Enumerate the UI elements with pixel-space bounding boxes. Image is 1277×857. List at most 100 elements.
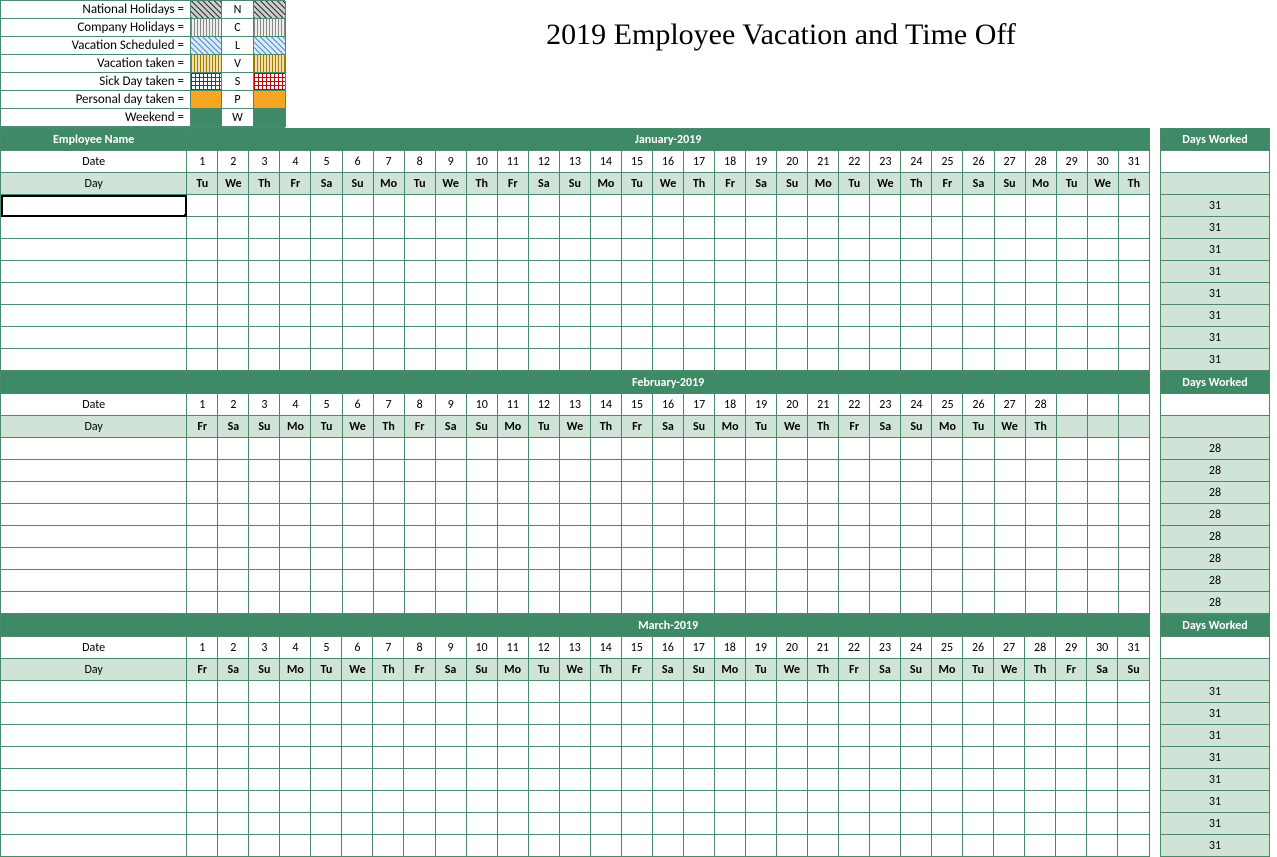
date-cell[interactable]: 1 <box>187 151 218 173</box>
day-name-cell[interactable]: Fr <box>187 659 218 681</box>
date-cell[interactable]: 15 <box>621 394 652 416</box>
calendar-cell[interactable] <box>621 835 652 857</box>
calendar-cell[interactable] <box>187 548 218 570</box>
calendar-cell[interactable] <box>900 703 931 725</box>
calendar-cell[interactable] <box>311 261 342 283</box>
calendar-cell[interactable] <box>528 769 559 791</box>
calendar-cell[interactable] <box>342 504 373 526</box>
calendar-cell[interactable] <box>1025 239 1056 261</box>
calendar-cell[interactable] <box>528 239 559 261</box>
day-name-cell[interactable]: We <box>776 659 807 681</box>
day-name-cell[interactable]: Sa <box>218 416 249 438</box>
calendar-cell[interactable] <box>994 349 1025 371</box>
day-name-cell[interactable]: Sa <box>435 416 466 438</box>
calendar-cell[interactable] <box>900 813 931 835</box>
calendar-cell[interactable] <box>218 681 249 703</box>
days-worked-value[interactable]: 31 <box>1161 261 1270 283</box>
day-name-cell[interactable]: Th <box>1025 416 1056 438</box>
day-name-cell[interactable]: Tu <box>528 659 559 681</box>
date-cell[interactable] <box>1056 394 1087 416</box>
calendar-cell[interactable] <box>1118 592 1149 614</box>
calendar-cell[interactable] <box>963 283 994 305</box>
calendar-cell[interactable] <box>311 349 342 371</box>
calendar-cell[interactable] <box>187 482 218 504</box>
calendar-cell[interactable] <box>590 305 621 327</box>
calendar-cell[interactable] <box>373 592 404 614</box>
calendar-cell[interactable] <box>187 217 218 239</box>
calendar-cell[interactable] <box>777 239 808 261</box>
calendar-cell[interactable] <box>715 283 746 305</box>
calendar-cell[interactable] <box>963 349 994 371</box>
day-name-cell[interactable]: We <box>342 416 373 438</box>
calendar-cell[interactable] <box>994 791 1025 813</box>
calendar-cell[interactable] <box>280 438 311 460</box>
calendar-cell[interactable] <box>838 769 869 791</box>
employee-name-cell[interactable] <box>1 283 187 305</box>
calendar-cell[interactable] <box>404 195 435 217</box>
calendar-cell[interactable] <box>280 305 311 327</box>
calendar-cell[interactable] <box>963 548 994 570</box>
calendar-cell[interactable] <box>932 283 963 305</box>
calendar-cell[interactable] <box>497 283 528 305</box>
day-name-cell[interactable]: We <box>1087 173 1118 195</box>
calendar-cell[interactable] <box>559 747 590 769</box>
day-name-cell[interactable]: We <box>559 659 590 681</box>
calendar-cell[interactable] <box>1087 835 1118 857</box>
calendar-cell[interactable] <box>528 504 559 526</box>
calendar-cell[interactable] <box>590 592 621 614</box>
calendar-cell[interactable] <box>932 570 963 592</box>
days-worked-value[interactable]: 31 <box>1161 747 1270 769</box>
calendar-cell[interactable] <box>777 504 808 526</box>
calendar-cell[interactable] <box>746 460 777 482</box>
calendar-cell[interactable] <box>932 526 963 548</box>
calendar-cell[interactable] <box>311 327 342 349</box>
day-name-cell[interactable]: We <box>218 173 249 195</box>
day-name-cell[interactable]: Su <box>466 659 497 681</box>
calendar-cell[interactable] <box>1118 570 1149 592</box>
calendar-cell[interactable] <box>342 725 373 747</box>
calendar-cell[interactable] <box>435 217 466 239</box>
calendar-cell[interactable] <box>652 681 683 703</box>
calendar-cell[interactable] <box>373 747 404 769</box>
date-cell[interactable]: 11 <box>497 394 528 416</box>
calendar-cell[interactable] <box>994 747 1025 769</box>
calendar-cell[interactable] <box>746 482 777 504</box>
calendar-cell[interactable] <box>1056 438 1087 460</box>
date-cell[interactable]: 16 <box>652 151 683 173</box>
employee-name-cell[interactable] <box>1 327 187 349</box>
day-name-cell[interactable]: Th <box>373 416 404 438</box>
days-worked-value[interactable]: 28 <box>1161 526 1270 548</box>
calendar-cell[interactable] <box>404 725 435 747</box>
calendar-cell[interactable] <box>932 349 963 371</box>
calendar-cell[interactable] <box>1118 526 1149 548</box>
calendar-cell[interactable] <box>373 791 404 813</box>
calendar-cell[interactable] <box>218 283 249 305</box>
calendar-cell[interactable] <box>528 791 559 813</box>
calendar-cell[interactable] <box>497 327 528 349</box>
day-name-cell[interactable]: Fr <box>187 416 218 438</box>
calendar-cell[interactable] <box>373 769 404 791</box>
calendar-cell[interactable] <box>714 747 745 769</box>
calendar-cell[interactable] <box>1087 526 1118 548</box>
calendar-cell[interactable] <box>280 526 311 548</box>
calendar-cell[interactable] <box>838 813 869 835</box>
calendar-cell[interactable] <box>311 791 342 813</box>
days-worked-value[interactable]: 31 <box>1161 835 1270 857</box>
calendar-cell[interactable] <box>466 482 497 504</box>
day-name-cell[interactable]: Fr <box>404 659 435 681</box>
calendar-cell[interactable] <box>466 327 497 349</box>
calendar-cell[interactable] <box>435 327 466 349</box>
calendar-cell[interactable] <box>218 217 249 239</box>
calendar-cell[interactable] <box>870 504 901 526</box>
day-name-cell[interactable]: Fr <box>715 173 746 195</box>
day-name-cell[interactable]: Sa <box>869 659 900 681</box>
calendar-cell[interactable] <box>932 217 963 239</box>
days-worked-value[interactable]: 28 <box>1161 482 1270 504</box>
calendar-cell[interactable] <box>808 283 839 305</box>
calendar-cell[interactable] <box>1025 283 1056 305</box>
calendar-cell[interactable] <box>187 791 218 813</box>
calendar-cell[interactable] <box>901 592 932 614</box>
date-cell[interactable]: 17 <box>684 151 715 173</box>
calendar-cell[interactable] <box>777 570 808 592</box>
calendar-cell[interactable] <box>963 217 994 239</box>
